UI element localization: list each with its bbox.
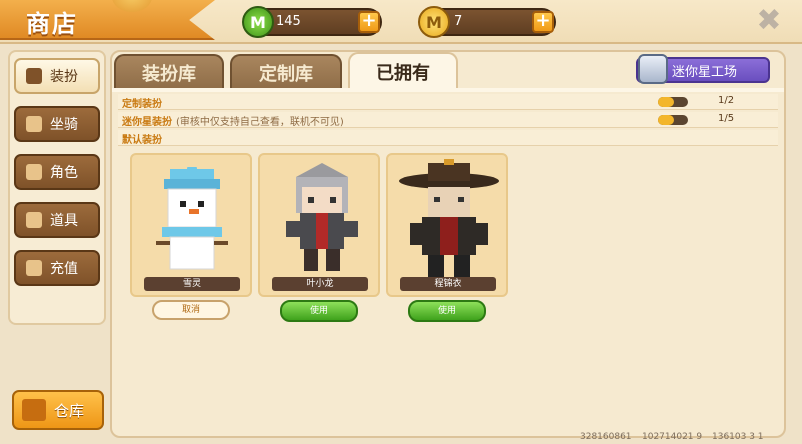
use-skin-button[interactable]: 使用: [408, 300, 486, 322]
sidebar-item-label: 装扮: [50, 69, 78, 85]
sidebar-item-outfit[interactable]: 装扮: [14, 58, 100, 94]
sidebar-item-mount[interactable]: 坐骑: [14, 106, 100, 142]
tab-outfit-library[interactable]: 装扮库: [114, 54, 224, 90]
skin-card[interactable]: 雪灵: [130, 153, 252, 297]
warehouse-button[interactable]: 仓库: [12, 390, 104, 430]
footer-info: 328160861: [580, 432, 632, 442]
shirt-icon: [26, 68, 42, 84]
coin-icon: M: [418, 6, 450, 38]
section-default-outfit: 默认装扮: [118, 130, 778, 146]
sidebar-item-recharge[interactable]: 充值: [14, 250, 100, 286]
sidebar-item-label: 坐骑: [50, 117, 78, 133]
add-gems-button[interactable]: +: [358, 11, 380, 33]
workshop-icon: [638, 54, 668, 84]
skin-card[interactable]: 程锦衣: [386, 153, 508, 297]
section-custom-outfit: 定制装扮 1/2: [118, 94, 778, 110]
mini-outfit-toggle[interactable]: [658, 115, 688, 125]
mount-icon: [26, 116, 42, 132]
custom-outfit-toggle[interactable]: [658, 97, 688, 107]
gem-count: 145: [276, 14, 301, 29]
cancel-skin-button[interactable]: 取消: [152, 300, 230, 320]
chest-icon: [22, 399, 46, 421]
page-title: 商店: [26, 10, 78, 38]
cheng-jinyi-skin-image: [399, 159, 499, 277]
skin-name: 程锦衣: [400, 277, 496, 291]
footer-info: 136103 3 1: [712, 432, 764, 442]
sidebar-item-character[interactable]: 角色: [14, 154, 100, 190]
sidebar-item-label: 充值: [50, 261, 78, 277]
sidebar-item-label: 道具: [50, 213, 78, 229]
close-icon[interactable]: ✖: [752, 6, 786, 38]
snowman-skin-image: [156, 167, 228, 270]
warehouse-label: 仓库: [54, 401, 85, 420]
ye-xiaolong-skin-image: [286, 163, 358, 271]
coin-count: 7: [454, 14, 463, 29]
sidebar-item-label: 角色: [50, 165, 78, 181]
tab-custom-library[interactable]: 定制库: [230, 54, 342, 90]
mini-outfit-count: 1/5: [718, 113, 735, 124]
item-icon: [26, 212, 42, 228]
custom-outfit-count: 1/2: [718, 95, 735, 106]
section-label: 迷你星装扮: [122, 117, 172, 128]
use-skin-button[interactable]: 使用: [280, 300, 358, 322]
tab-owned[interactable]: 已拥有: [348, 52, 458, 90]
sidebar-item-items[interactable]: 道具: [14, 202, 100, 238]
footer-info: 102714021 9: [642, 432, 703, 442]
gem-icon: M: [242, 6, 274, 38]
tab-divider: [112, 88, 784, 92]
character-icon: [26, 164, 42, 180]
add-coins-button[interactable]: +: [532, 11, 554, 33]
section-mini-outfit: 迷你星装扮 (审核中仅支持自己查看，联机不可见) 1/5: [118, 112, 778, 128]
skin-name: 雪灵: [144, 277, 240, 291]
section-label-group: 迷你星装扮 (审核中仅支持自己查看，联机不可见): [122, 113, 344, 128]
skin-name: 叶小龙: [272, 277, 368, 291]
coins-icon: [26, 260, 42, 276]
section-label: 默认装扮: [122, 135, 162, 146]
section-note: (审核中仅支持自己查看，联机不可见): [176, 117, 344, 128]
section-label: 定制装扮: [122, 99, 162, 110]
skin-card[interactable]: 叶小龙: [258, 153, 380, 297]
